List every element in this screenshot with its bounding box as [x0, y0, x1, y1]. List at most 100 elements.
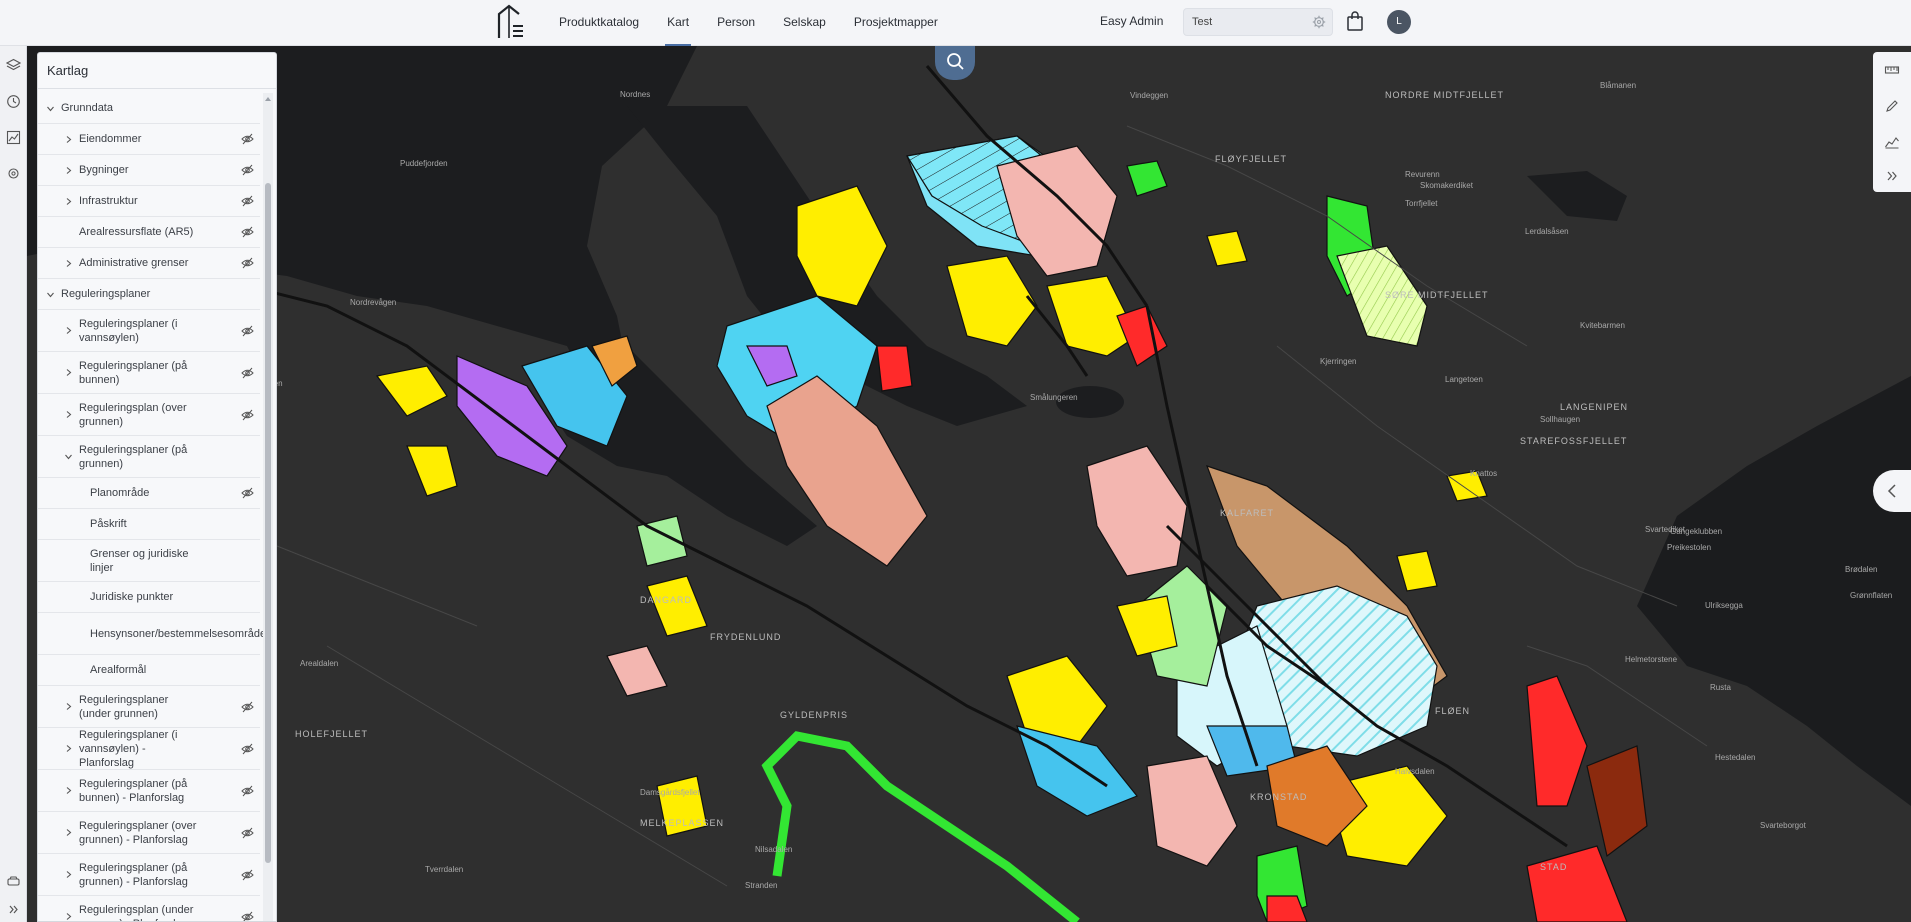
search-input[interactable]: [1184, 9, 1304, 35]
eye-hidden-icon[interactable]: [241, 164, 254, 176]
eye-hidden-icon[interactable]: [241, 869, 254, 881]
nav-person[interactable]: Person: [703, 0, 769, 46]
chevron-right-icon[interactable]: [64, 135, 73, 144]
eye-hidden-icon[interactable]: [241, 367, 254, 379]
eye-hidden-icon[interactable]: [241, 911, 254, 922]
app-logo[interactable]: [496, 4, 526, 40]
eye-hidden-icon[interactable]: [241, 785, 254, 797]
nav-kart[interactable]: Kart: [653, 0, 703, 46]
global-search[interactable]: [1183, 8, 1333, 36]
nav-produktkatalog[interactable]: Produktkatalog: [545, 0, 653, 46]
map-analysis-icon[interactable]: [6, 130, 21, 145]
nav-selskap[interactable]: Selskap: [769, 0, 840, 46]
place-label: Vindeggen: [1130, 91, 1168, 100]
layer-item[interactable]: Grunndata: [38, 93, 260, 124]
search-icon: [947, 53, 964, 70]
eye-hidden-icon[interactable]: [241, 133, 254, 145]
layer-item-label: Hensynsoner/bestemmelsesområder: [90, 627, 270, 640]
chevron-down-icon[interactable]: [46, 104, 55, 113]
settings-icon[interactable]: [6, 166, 21, 181]
eye-hidden-icon[interactable]: [241, 257, 254, 269]
layer-item[interactable]: Reguleringsplaner (over grunnen) - Planf…: [38, 812, 260, 854]
chevron-right-icon[interactable]: [64, 166, 73, 175]
car-icon[interactable]: [6, 874, 21, 889]
layer-item[interactable]: Påskrift: [38, 509, 260, 540]
chevron-right-icon[interactable]: [64, 410, 73, 419]
layer-item[interactable]: Hensynsoner/bestemmelsesområder: [38, 613, 270, 655]
place-label: Knattos: [1470, 469, 1497, 478]
eye-hidden-icon[interactable]: [241, 701, 254, 713]
draw-pencil-icon[interactable]: [1884, 98, 1900, 114]
layer-item[interactable]: Reguleringsplaner (på grunnen) - Planfor…: [38, 854, 260, 896]
layer-item[interactable]: Reguleringsplaner (på bunnen): [38, 352, 260, 394]
chevron-down-icon[interactable]: [64, 452, 73, 461]
layer-item[interactable]: Bygninger: [38, 155, 260, 186]
scroll-up-arrow-icon[interactable]: [264, 95, 272, 103]
history-icon[interactable]: [6, 94, 21, 109]
chevron-right-icon[interactable]: [64, 912, 73, 921]
chevron-right-icon[interactable]: [64, 259, 73, 268]
layer-item-label: Påskrift: [90, 518, 127, 530]
chevron-right-icon[interactable]: [64, 368, 73, 377]
panel-scrollbar[interactable]: [263, 93, 273, 921]
layer-item-label: Reguleringsplaner (på grunnen) - Planfor…: [79, 861, 188, 888]
layer-item[interactable]: Reguleringsplan (under grunnen) - Planfo…: [38, 896, 260, 922]
eye-hidden-icon[interactable]: [241, 487, 254, 499]
layer-item[interactable]: Grenser og juridiske linjer: [38, 540, 260, 582]
layers-icon[interactable]: [6, 58, 21, 73]
elevation-profile-icon[interactable]: [1884, 134, 1900, 150]
place-label: SØRE MIDTFJELLET: [1385, 290, 1489, 300]
user-avatar[interactable]: L: [1387, 10, 1411, 34]
eye-hidden-icon[interactable]: [241, 325, 254, 337]
shopping-bag-icon[interactable]: [1346, 11, 1364, 31]
water-smalungeren: [1056, 386, 1124, 418]
eye-hidden-icon[interactable]: [241, 226, 254, 238]
eye-hidden-icon[interactable]: [241, 827, 254, 839]
chevron-left-icon: [1887, 484, 1896, 498]
chevron-right-icon[interactable]: [64, 744, 73, 753]
layer-item[interactable]: Reguleringsplan (over grunnen): [38, 394, 260, 436]
layer-item[interactable]: Eiendommer: [38, 124, 260, 155]
chevron-right-icon[interactable]: [64, 702, 73, 711]
chevron-right-icon[interactable]: [64, 197, 73, 206]
map-search-button[interactable]: [935, 44, 975, 80]
eye-hidden-icon[interactable]: [241, 743, 254, 755]
layer-item[interactable]: Reguleringsplaner: [38, 279, 260, 310]
chevron-right-icon[interactable]: [64, 828, 73, 837]
side-panel-toggle[interactable]: [1873, 470, 1911, 512]
chevron-right-icon[interactable]: [64, 786, 73, 795]
layer-item[interactable]: Juridiske punkter: [38, 582, 260, 613]
map-svg[interactable]: NORDRE MIDTFJELLET FLØYFJELLET SØRE MIDTFJ…: [27, 46, 1911, 922]
eye-hidden-icon[interactable]: [241, 409, 254, 421]
place-label: Revurenn: [1405, 170, 1440, 179]
top-bar: Produktkatalog Kart Person Selskap Prosjektm…: [0, 0, 1911, 46]
map-canvas[interactable]: NORDRE MIDTFJELLET FLØYFJELLET SØRE MIDTFJ…: [27, 46, 1911, 922]
chevron-right-icon[interactable]: [64, 870, 73, 879]
place-label: Gangeklubben: [1670, 527, 1722, 536]
layer-item[interactable]: Planområde: [38, 478, 260, 509]
place-label: Torrfjellet: [1405, 199, 1438, 208]
measure-icon[interactable]: [1884, 62, 1900, 78]
layer-item-label: Bygninger: [79, 164, 129, 176]
expand-rail-icon[interactable]: [6, 902, 21, 917]
chevron-down-icon[interactable]: [46, 290, 55, 299]
layer-item[interactable]: Reguleringsplaner (i vannsøylen): [38, 310, 260, 352]
layer-item-label: Reguleringsplaner (på bunnen): [79, 359, 188, 386]
layer-item[interactable]: Reguleringsplaner (under grunnen): [38, 686, 260, 728]
layer-item[interactable]: Arealformål: [38, 655, 260, 686]
chevron-right-icon[interactable]: [64, 326, 73, 335]
place-label: Blåmanen: [1600, 81, 1636, 90]
place-label: Puddefjorden: [400, 159, 448, 168]
layer-item[interactable]: Administrative grenser: [38, 248, 260, 279]
layer-item[interactable]: Reguleringsplaner (på grunnen): [38, 436, 260, 478]
gear-icon[interactable]: [1312, 15, 1326, 29]
layer-item[interactable]: Reguleringsplaner (på bunnen) - Planfors…: [38, 770, 260, 812]
eye-hidden-icon[interactable]: [241, 195, 254, 207]
scrollbar-thumb[interactable]: [265, 183, 271, 863]
layer-item[interactable]: Arealressursflate (AR5): [38, 217, 260, 248]
layer-item-label: Arealformål: [90, 664, 147, 676]
nav-prosjektmapper[interactable]: Prosjektmapper: [840, 0, 952, 46]
layer-item[interactable]: Reguleringsplaner (i vannsøylen) - Planf…: [38, 728, 260, 770]
expand-tools-icon[interactable]: [1884, 168, 1900, 184]
layer-item[interactable]: Infrastruktur: [38, 186, 260, 217]
